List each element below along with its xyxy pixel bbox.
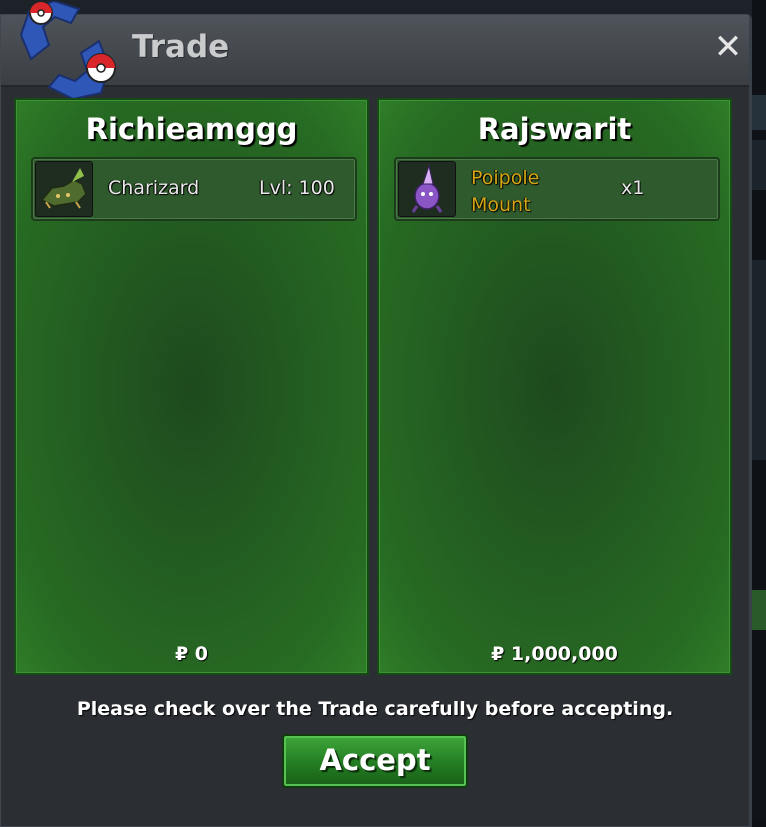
right-offer-panel: Rajswarit Poipole Mount x1 ₽ 1,000,000: [377, 98, 732, 675]
left-player-name: Richieamggg: [85, 112, 298, 146]
window-title: Trade: [132, 29, 230, 65]
background-panel: [752, 590, 766, 630]
right-player-name: Rajswarit: [477, 112, 632, 146]
left-offer-slot[interactable]: Charizard Lvl: 100: [31, 157, 357, 221]
trade-window: Trade ✕ Richieamggg Charizard Lvl: 100 ₽…: [0, 1, 752, 827]
left-money-amount: ₽ 0: [174, 643, 209, 665]
charizard-sprite-icon: [35, 161, 93, 217]
trade-notice-text: Please check over the Trade carefully be…: [76, 698, 674, 720]
accept-button[interactable]: Accept: [282, 734, 468, 788]
poipole-sprite-icon: [398, 161, 456, 217]
background-panel: [752, 140, 766, 190]
background-panel: [752, 720, 766, 820]
left-offer-panel: Richieamggg Charizard Lvl: 100 ₽ 0: [14, 98, 369, 675]
right-money-amount: ₽ 1,000,000: [491, 643, 618, 665]
offer-item-name: Poipole Mount: [471, 167, 540, 216]
background-panel: [752, 95, 766, 130]
offer-item-quantity: x1: [621, 177, 645, 199]
background-panel: [752, 260, 766, 460]
offer-pokemon-level: Lvl: 100: [259, 177, 335, 199]
right-offer-slot[interactable]: Poipole Mount x1: [394, 157, 720, 221]
close-icon[interactable]: ✕: [711, 29, 745, 65]
trade-exchange-icon: [19, 1, 116, 101]
offer-pokemon-name: Charizard: [108, 177, 200, 199]
